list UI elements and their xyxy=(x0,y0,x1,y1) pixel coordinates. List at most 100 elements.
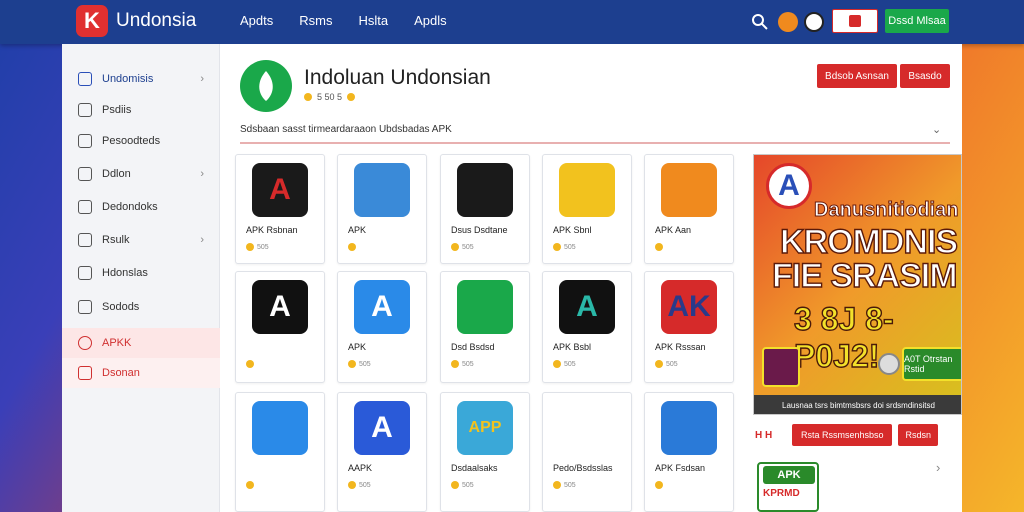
promo-footer: Lausnaa tsrs bimtmsbsrs doi srdsmdinsits… xyxy=(754,395,961,414)
coin-icon xyxy=(878,353,900,375)
sidebar-item-label: Psdiis xyxy=(102,104,132,116)
app-icon: AK xyxy=(661,280,717,334)
app-meta: 505 xyxy=(655,360,678,368)
nav-item-2[interactable]: Rsms xyxy=(299,13,332,28)
app-card[interactable]: A AAPK 505 xyxy=(337,392,427,512)
app-meta xyxy=(246,481,257,489)
promo-line-1: Danusnitiodian xyxy=(813,199,959,222)
star-icon xyxy=(246,481,254,489)
brand-logo[interactable]: K xyxy=(76,5,108,37)
app-card[interactable] xyxy=(235,392,325,512)
sidebar-item-label: Hdonslas xyxy=(102,267,148,279)
sidebar-item-9[interactable]: APKK xyxy=(62,328,220,358)
app-icon: A xyxy=(354,401,410,455)
account-avatar[interactable] xyxy=(804,12,824,32)
star-icon xyxy=(246,360,254,368)
app-icon xyxy=(661,401,717,455)
sidebar-item-3[interactable]: Pesoodteds xyxy=(62,126,220,156)
chevron-down-icon[interactable]: ⌄ xyxy=(932,123,941,136)
brand-name[interactable]: Undonsia xyxy=(116,10,196,32)
sidebar-item-label: Pesoodteds xyxy=(102,135,161,147)
download-button[interactable]: Dssd Mlsaa xyxy=(885,9,949,33)
main-panel: Undomisis › Psdiis Pesoodteds Ddlon › De… xyxy=(62,44,962,512)
app-card[interactable]: A APK 505 xyxy=(337,271,427,383)
play-icon xyxy=(849,15,861,27)
star-icon xyxy=(348,243,356,251)
app-name: Dsd Bsdsd xyxy=(451,342,495,352)
chevron-right-icon: › xyxy=(200,234,204,246)
promo-cta-button[interactable]: A0T Otrstan Rstid xyxy=(902,347,961,381)
app-icon xyxy=(559,401,615,455)
sidebar-item-6[interactable]: Rsulk › xyxy=(62,225,220,255)
app-icon xyxy=(354,163,410,217)
app-meta: 505 xyxy=(246,243,269,251)
app-card[interactable]: APK Sbnl 505 xyxy=(542,154,632,264)
app-name: Dsdaalsaks xyxy=(451,463,498,473)
sidebar-item-5[interactable]: Dedondoks xyxy=(62,192,220,222)
notification-icon[interactable] xyxy=(778,12,798,32)
search-icon[interactable] xyxy=(750,12,770,32)
nav-item-3[interactable]: Hslta xyxy=(358,13,388,28)
app-icon: A xyxy=(252,163,308,217)
app-meta xyxy=(655,243,666,251)
app-card[interactable]: APP Dsdaalsaks 505 xyxy=(440,392,530,512)
app-meta xyxy=(348,243,359,251)
star-icon xyxy=(655,360,663,368)
app-card[interactable]: A APK Bsbl 505 xyxy=(542,271,632,383)
app-card[interactable]: APK Aan xyxy=(644,154,734,264)
sidebar-item-label: Undomisis xyxy=(102,73,154,85)
app-card[interactable]: Dsd Bsdsd 505 xyxy=(440,271,530,383)
app-meta: 505 xyxy=(348,360,371,368)
sidebar-item-label: Dsonan xyxy=(102,367,140,379)
chat-icon xyxy=(78,336,92,350)
app-name: APK Fsdsan xyxy=(655,463,706,473)
account-button[interactable] xyxy=(832,9,878,33)
sidebar-item-8[interactable]: Sodods xyxy=(62,292,220,322)
nav-item-4[interactable]: Apdls xyxy=(414,13,447,28)
app-card[interactable]: APK xyxy=(337,154,427,264)
star-icon xyxy=(304,93,312,101)
star-icon xyxy=(451,243,459,251)
app-icon xyxy=(661,163,717,217)
main-nav: Apdts Rsms Hslta Apdls xyxy=(240,13,447,28)
app-card[interactable]: Pedo/Bsdsslas 505 xyxy=(542,392,632,512)
app-card[interactable]: APK Fsdsan xyxy=(644,392,734,512)
sidebar-item-2[interactable]: Psdiis xyxy=(62,95,220,125)
sidebar-item-10[interactable]: Dsonan xyxy=(62,358,220,388)
settings-icon xyxy=(78,300,92,314)
star-icon xyxy=(655,481,663,489)
flag-icon[interactable]: H H xyxy=(755,430,772,441)
app-icon: A xyxy=(252,280,308,334)
box-icon xyxy=(78,167,92,181)
app-meta-text: 505 xyxy=(359,481,371,489)
sidebar-item-label: APKK xyxy=(102,337,132,349)
app-name: Pedo/Bsdsslas xyxy=(553,463,613,473)
app-name: AAPK xyxy=(348,463,373,473)
brand-logo-letter: K xyxy=(84,8,100,33)
app-meta: 505 xyxy=(553,243,576,251)
app-card[interactable]: A APK Rsbnan 505 xyxy=(235,154,325,264)
app-card[interactable]: Dsus Dsdtane 505 xyxy=(440,154,530,264)
page-title: Indoluan Undonsian xyxy=(304,66,491,89)
side-small-button[interactable]: Rsdsn xyxy=(898,424,939,446)
nav-item-1[interactable]: Apdts xyxy=(240,13,273,28)
green-app-card[interactable]: APK KPRMD xyxy=(757,462,819,512)
sidebar-item-7[interactable]: Hdonslas xyxy=(62,258,220,288)
download-icon xyxy=(78,200,92,214)
sidebar-item-label: Rsulk xyxy=(102,234,130,246)
side-action-button[interactable]: Rsta Rssmsenhsbso xyxy=(792,424,893,446)
chevron-right-icon: › xyxy=(200,168,204,180)
app-name: APK Sbnl xyxy=(553,225,592,235)
secondary-action-button[interactable]: Bsasdo xyxy=(900,64,950,88)
app-card[interactable]: A xyxy=(235,271,325,383)
promo-banner[interactable]: A Danusnitiodian KROMDNIS FIE SRASIM 3 8… xyxy=(753,154,962,415)
star-icon xyxy=(347,93,356,101)
sidebar-item-4[interactable]: Ddlon › xyxy=(62,159,220,189)
app-icon xyxy=(252,401,308,455)
star-icon xyxy=(246,243,254,251)
sidebar-item-1[interactable]: Undomisis › xyxy=(62,64,220,94)
chevron-right-icon[interactable]: › xyxy=(936,460,940,475)
rating-text: 5 50 5 xyxy=(317,92,343,102)
app-card[interactable]: AK APK Rsssan 505 xyxy=(644,271,734,383)
primary-action-button[interactable]: Bdsob Asnsan xyxy=(817,64,897,88)
